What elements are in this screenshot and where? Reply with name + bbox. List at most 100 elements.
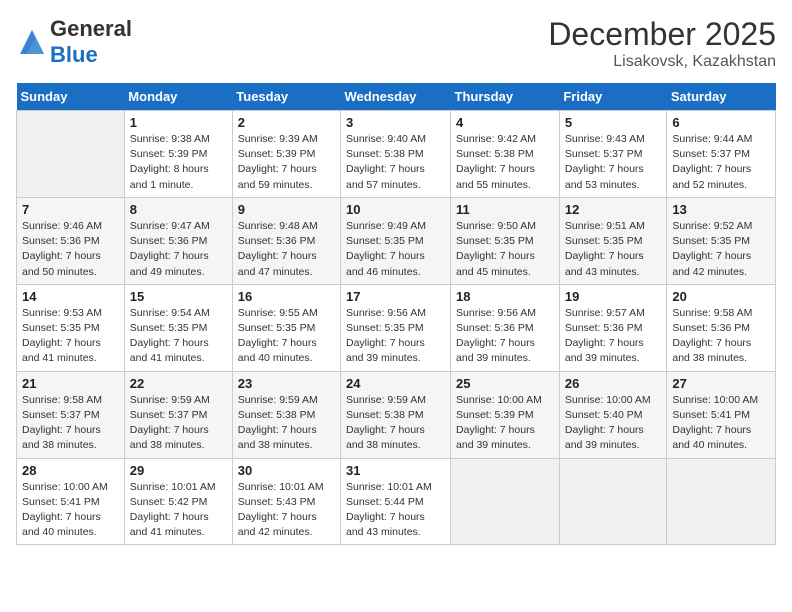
calendar-cell: 22 Sunrise: 9:59 AMSunset: 5:37 PMDaylig… <box>124 371 232 458</box>
calendar-cell: 4 Sunrise: 9:42 AMSunset: 5:38 PMDayligh… <box>451 111 560 198</box>
day-info: Sunrise: 10:00 AMSunset: 5:41 PMDaylight… <box>22 480 119 541</box>
calendar-cell <box>17 111 125 198</box>
title-block: December 2025 Lisakovsk, Kazakhstan <box>548 16 776 71</box>
day-info: Sunrise: 9:39 AMSunset: 5:39 PMDaylight:… <box>238 132 335 193</box>
logo-text: General Blue <box>50 16 132 68</box>
day-number: 9 <box>238 202 335 217</box>
calendar-cell: 24 Sunrise: 9:59 AMSunset: 5:38 PMDaylig… <box>341 371 451 458</box>
day-info: Sunrise: 9:55 AMSunset: 5:35 PMDaylight:… <box>238 306 335 367</box>
calendar-cell: 5 Sunrise: 9:43 AMSunset: 5:37 PMDayligh… <box>559 111 667 198</box>
calendar-cell: 14 Sunrise: 9:53 AMSunset: 5:35 PMDaylig… <box>17 284 125 371</box>
calendar-cell: 16 Sunrise: 9:55 AMSunset: 5:35 PMDaylig… <box>232 284 340 371</box>
calendar-cell: 3 Sunrise: 9:40 AMSunset: 5:38 PMDayligh… <box>341 111 451 198</box>
day-info: Sunrise: 9:48 AMSunset: 5:36 PMDaylight:… <box>238 219 335 280</box>
calendar-cell <box>559 458 667 545</box>
calendar-cell <box>451 458 560 545</box>
day-info: Sunrise: 9:46 AMSunset: 5:36 PMDaylight:… <box>22 219 119 280</box>
day-header-friday: Friday <box>559 83 667 111</box>
calendar-cell: 7 Sunrise: 9:46 AMSunset: 5:36 PMDayligh… <box>17 197 125 284</box>
day-info: Sunrise: 9:42 AMSunset: 5:38 PMDaylight:… <box>456 132 554 193</box>
page-title: December 2025 <box>548 16 776 53</box>
day-info: Sunrise: 9:44 AMSunset: 5:37 PMDaylight:… <box>672 132 770 193</box>
calendar-cell: 23 Sunrise: 9:59 AMSunset: 5:38 PMDaylig… <box>232 371 340 458</box>
day-header-tuesday: Tuesday <box>232 83 340 111</box>
day-number: 20 <box>672 289 770 304</box>
day-number: 8 <box>130 202 227 217</box>
day-info: Sunrise: 10:00 AMSunset: 5:41 PMDaylight… <box>672 393 770 454</box>
day-number: 31 <box>346 463 445 478</box>
logo-icon <box>16 26 48 58</box>
day-number: 7 <box>22 202 119 217</box>
day-header-wednesday: Wednesday <box>341 83 451 111</box>
day-number: 29 <box>130 463 227 478</box>
day-info: Sunrise: 10:01 AMSunset: 5:44 PMDaylight… <box>346 480 445 541</box>
calendar-cell: 12 Sunrise: 9:51 AMSunset: 5:35 PMDaylig… <box>559 197 667 284</box>
day-info: Sunrise: 9:49 AMSunset: 5:35 PMDaylight:… <box>346 219 445 280</box>
day-number: 22 <box>130 376 227 391</box>
day-number: 18 <box>456 289 554 304</box>
day-info: Sunrise: 9:56 AMSunset: 5:35 PMDaylight:… <box>346 306 445 367</box>
day-info: Sunrise: 10:00 AMSunset: 5:40 PMDaylight… <box>565 393 662 454</box>
logo-blue-text: Blue <box>50 42 98 67</box>
day-header-monday: Monday <box>124 83 232 111</box>
day-info: Sunrise: 10:01 AMSunset: 5:42 PMDaylight… <box>130 480 227 541</box>
calendar-cell: 2 Sunrise: 9:39 AMSunset: 5:39 PMDayligh… <box>232 111 340 198</box>
day-number: 14 <box>22 289 119 304</box>
day-number: 21 <box>22 376 119 391</box>
day-number: 16 <box>238 289 335 304</box>
calendar-cell: 28 Sunrise: 10:00 AMSunset: 5:41 PMDayli… <box>17 458 125 545</box>
calendar-cell: 30 Sunrise: 10:01 AMSunset: 5:43 PMDayli… <box>232 458 340 545</box>
day-number: 12 <box>565 202 662 217</box>
day-info: Sunrise: 9:43 AMSunset: 5:37 PMDaylight:… <box>565 132 662 193</box>
day-header-thursday: Thursday <box>451 83 560 111</box>
calendar-cell: 17 Sunrise: 9:56 AMSunset: 5:35 PMDaylig… <box>341 284 451 371</box>
day-number: 30 <box>238 463 335 478</box>
day-info: Sunrise: 9:58 AMSunset: 5:37 PMDaylight:… <box>22 393 119 454</box>
calendar-cell: 6 Sunrise: 9:44 AMSunset: 5:37 PMDayligh… <box>667 111 776 198</box>
day-number: 27 <box>672 376 770 391</box>
calendar-cell: 31 Sunrise: 10:01 AMSunset: 5:44 PMDayli… <box>341 458 451 545</box>
day-number: 10 <box>346 202 445 217</box>
calendar-header-row: SundayMondayTuesdayWednesdayThursdayFrid… <box>17 83 776 111</box>
day-info: Sunrise: 9:54 AMSunset: 5:35 PMDaylight:… <box>130 306 227 367</box>
calendar-cell: 9 Sunrise: 9:48 AMSunset: 5:36 PMDayligh… <box>232 197 340 284</box>
calendar-cell: 8 Sunrise: 9:47 AMSunset: 5:36 PMDayligh… <box>124 197 232 284</box>
logo: General Blue <box>16 16 132 68</box>
day-info: Sunrise: 9:38 AMSunset: 5:39 PMDaylight:… <box>130 132 227 193</box>
day-info: Sunrise: 9:40 AMSunset: 5:38 PMDaylight:… <box>346 132 445 193</box>
calendar-cell: 13 Sunrise: 9:52 AMSunset: 5:35 PMDaylig… <box>667 197 776 284</box>
day-number: 4 <box>456 115 554 130</box>
calendar-cell: 21 Sunrise: 9:58 AMSunset: 5:37 PMDaylig… <box>17 371 125 458</box>
calendar-week-1: 1 Sunrise: 9:38 AMSunset: 5:39 PMDayligh… <box>17 111 776 198</box>
day-number: 13 <box>672 202 770 217</box>
calendar-cell: 29 Sunrise: 10:01 AMSunset: 5:42 PMDayli… <box>124 458 232 545</box>
day-info: Sunrise: 9:52 AMSunset: 5:35 PMDaylight:… <box>672 219 770 280</box>
day-number: 17 <box>346 289 445 304</box>
day-number: 24 <box>346 376 445 391</box>
day-info: Sunrise: 9:59 AMSunset: 5:38 PMDaylight:… <box>238 393 335 454</box>
calendar-week-3: 14 Sunrise: 9:53 AMSunset: 5:35 PMDaylig… <box>17 284 776 371</box>
calendar-table: SundayMondayTuesdayWednesdayThursdayFrid… <box>16 83 776 545</box>
day-header-saturday: Saturday <box>667 83 776 111</box>
day-info: Sunrise: 9:50 AMSunset: 5:35 PMDaylight:… <box>456 219 554 280</box>
calendar-cell: 1 Sunrise: 9:38 AMSunset: 5:39 PMDayligh… <box>124 111 232 198</box>
day-info: Sunrise: 9:59 AMSunset: 5:37 PMDaylight:… <box>130 393 227 454</box>
page-header: General Blue December 2025 Lisakovsk, Ka… <box>16 16 776 71</box>
day-info: Sunrise: 9:47 AMSunset: 5:36 PMDaylight:… <box>130 219 227 280</box>
day-info: Sunrise: 9:51 AMSunset: 5:35 PMDaylight:… <box>565 219 662 280</box>
day-info: Sunrise: 9:56 AMSunset: 5:36 PMDaylight:… <box>456 306 554 367</box>
day-number: 19 <box>565 289 662 304</box>
day-number: 6 <box>672 115 770 130</box>
calendar-cell: 15 Sunrise: 9:54 AMSunset: 5:35 PMDaylig… <box>124 284 232 371</box>
day-number: 1 <box>130 115 227 130</box>
calendar-cell: 25 Sunrise: 10:00 AMSunset: 5:39 PMDayli… <box>451 371 560 458</box>
calendar-cell: 19 Sunrise: 9:57 AMSunset: 5:36 PMDaylig… <box>559 284 667 371</box>
calendar-cell: 10 Sunrise: 9:49 AMSunset: 5:35 PMDaylig… <box>341 197 451 284</box>
calendar-cell: 18 Sunrise: 9:56 AMSunset: 5:36 PMDaylig… <box>451 284 560 371</box>
calendar-week-5: 28 Sunrise: 10:00 AMSunset: 5:41 PMDayli… <box>17 458 776 545</box>
calendar-cell: 20 Sunrise: 9:58 AMSunset: 5:36 PMDaylig… <box>667 284 776 371</box>
day-info: Sunrise: 9:59 AMSunset: 5:38 PMDaylight:… <box>346 393 445 454</box>
calendar-cell: 27 Sunrise: 10:00 AMSunset: 5:41 PMDayli… <box>667 371 776 458</box>
day-number: 26 <box>565 376 662 391</box>
day-number: 28 <box>22 463 119 478</box>
